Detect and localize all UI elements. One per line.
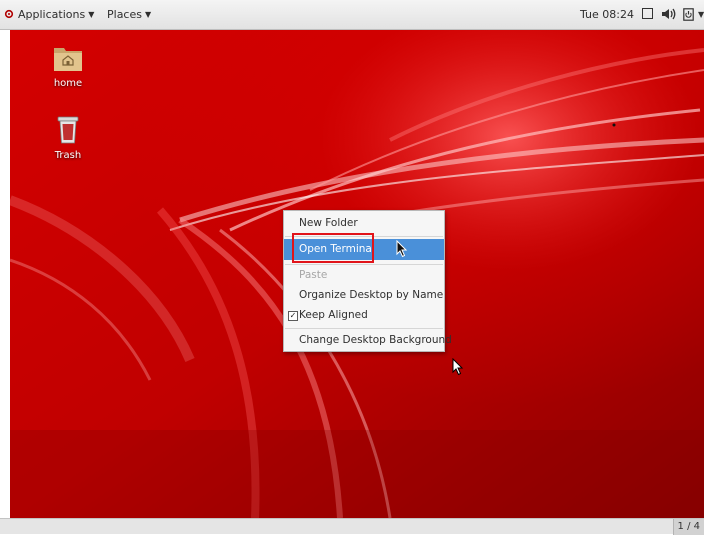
bottom-panel: 1 / 4	[0, 518, 704, 535]
applications-label: Applications	[18, 8, 86, 21]
chevron-down-icon: ▼	[144, 10, 152, 19]
workspace-indicator[interactable]: 1 / 4	[672, 519, 704, 535]
desktop-context-menu: New Folder Open Terminal Paste Organize …	[283, 210, 452, 352]
top-panel: Applications ▼ Places ▼ Tue 08:24 ▼	[0, 0, 704, 30]
menu-item-paste[interactable]: Paste	[284, 265, 444, 286]
desktop-icon-trash[interactable]: Trash	[40, 114, 96, 161]
desktop-icon-home[interactable]: home	[40, 44, 96, 89]
applications-menu[interactable]: Applications ▼	[18, 0, 94, 29]
mouse-pointer-icon	[452, 358, 464, 376]
desktop-icon-label: home	[53, 78, 83, 89]
chevron-down-icon: ▼	[88, 10, 95, 19]
home-folder-icon	[54, 48, 82, 71]
clock[interactable]: Tue 08:24	[580, 0, 634, 29]
volume-icon[interactable]	[661, 7, 677, 21]
menu-item-organize-by-name[interactable]: Organize Desktop by Name	[284, 285, 444, 306]
highlight-annotation-box	[292, 233, 374, 263]
menu-item-new-folder[interactable]: New Folder	[284, 213, 444, 234]
desktop-icon-label: Trash	[54, 150, 82, 161]
places-label: Places	[107, 8, 142, 21]
power-icon[interactable]	[683, 8, 694, 21]
system-menu-chevron-icon[interactable]: ▼	[698, 0, 704, 29]
display-icon[interactable]	[642, 8, 653, 19]
trash-icon	[57, 116, 79, 144]
menu-separator	[285, 328, 443, 329]
mouse-pointer-icon	[396, 240, 408, 258]
menu-item-change-background[interactable]: Change Desktop Background	[284, 330, 452, 351]
applications-menu-icon	[4, 9, 14, 19]
menu-item-keep-aligned[interactable]: ✓ Keep Aligned	[284, 305, 444, 326]
places-menu[interactable]: Places ▼	[107, 0, 151, 29]
checkbox-checked-icon: ✓	[288, 311, 298, 321]
menu-item-label: Keep Aligned	[299, 309, 368, 321]
